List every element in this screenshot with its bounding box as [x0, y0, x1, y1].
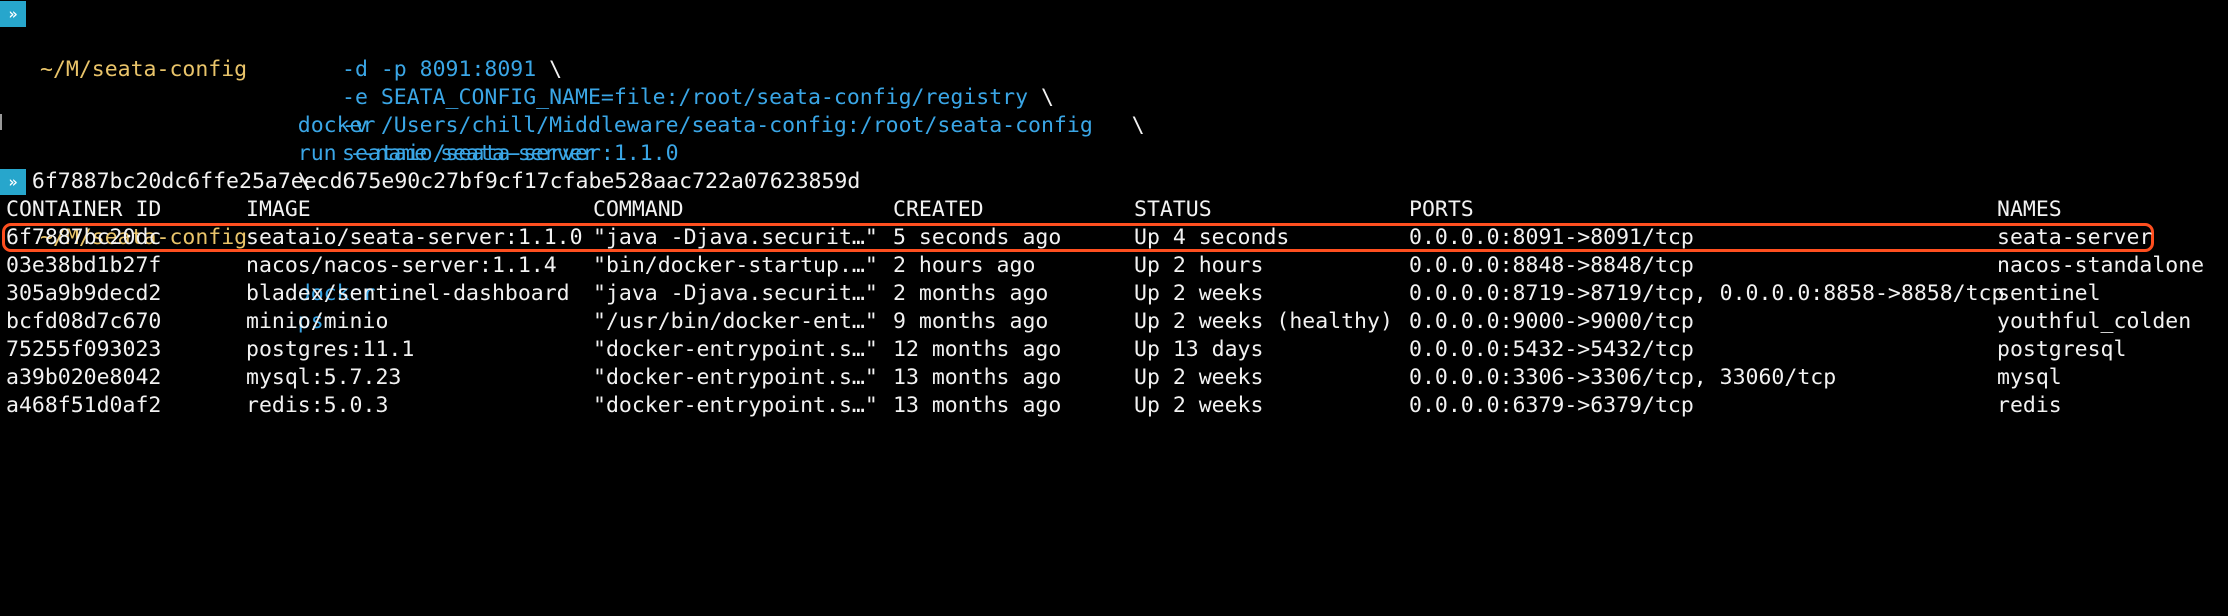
cell-status: Up 13 days [1134, 337, 1264, 362]
cell-ports: 0.0.0.0:8719->8719/tcp, 0.0.0.0:8858->88… [1409, 281, 2005, 306]
table-header: CONTAINER ID IMAGE COMMAND CREATED STATU… [0, 196, 2228, 224]
header-names: NAMES [1997, 197, 2062, 222]
cell-command: "/usr/bin/docker-ent…" [593, 309, 878, 334]
cell-created: 2 months ago [893, 281, 1049, 306]
header-created: CREATED [893, 197, 984, 222]
cell-command: "docker-entrypoint.s…" [593, 337, 878, 362]
run-command-line-3: -e SEATA_CONFIG_NAME=file:/root/seata-co… [0, 56, 2228, 110]
header-status: STATUS [1134, 197, 1212, 222]
cell-image: seataio/seata-server:1.1.0 [246, 225, 583, 250]
cell-command: "java -Djava.securit…" [593, 281, 878, 306]
run-output: 6f7887bc20dc6ffe25a7eecd675e90c27bf9cf17… [6, 140, 860, 194]
cell-created: 12 months ago [893, 337, 1062, 362]
table-row: 75255f093023 postgres:11.1 "docker-entry… [0, 336, 2228, 364]
cell-status: Up 2 weeks [1134, 281, 1264, 306]
header-image: IMAGE [246, 197, 311, 222]
cell-status: Up 4 seconds [1134, 225, 1290, 250]
cell-container-id: 03e38bd1b27f [6, 253, 162, 278]
cell-created: 2 hours ago [893, 253, 1036, 278]
header-container-id: CONTAINER ID [6, 197, 162, 222]
cell-created: 13 months ago [893, 393, 1062, 418]
cell-ports: 0.0.0.0:3306->3306/tcp, 33060/tcp [1409, 365, 1837, 390]
cell-image: nacos/nacos-server:1.1.4 [246, 253, 557, 278]
table-row: a468f51d0af2 redis:5.0.3 "docker-entrypo… [0, 392, 2228, 420]
cell-status: Up 2 hours [1134, 253, 1264, 278]
cell-names: seata-server [1997, 225, 2153, 250]
cell-ports: 0.0.0.0:8091->8091/tcp [1409, 225, 1694, 250]
table-row: 6f7887bc20dc seataio/seata-server:1.1.0 … [0, 224, 2228, 252]
cell-names: postgresql [1997, 337, 2127, 362]
table-row: 03e38bd1b27f nacos/nacos-server:1.1.4 "b… [0, 252, 2228, 280]
cell-command: "bin/docker-startup.…" [593, 253, 878, 278]
cell-image: bladex/sentinel-dashboard [246, 281, 570, 306]
cell-image: minio/minio [246, 309, 389, 334]
cell-ports: 0.0.0.0:6379->6379/tcp [1409, 393, 1694, 418]
table-row: 305a9b9decd2 bladex/sentinel-dashboard "… [0, 280, 2228, 308]
cell-container-id: 305a9b9decd2 [6, 281, 162, 306]
cell-container-id: a468f51d0af2 [6, 393, 162, 418]
cell-ports: 0.0.0.0:5432->5432/tcp [1409, 337, 1694, 362]
cell-container-id: 6f7887bc20dc [6, 225, 162, 250]
cell-container-id: bcfd08d7c670 [6, 309, 162, 334]
run-command-line-1: » ~/M/seata-config docker run --name sea… [0, 0, 2228, 194]
cell-container-id: a39b020e8042 [6, 365, 162, 390]
cell-image: mysql:5.7.23 [246, 365, 402, 390]
cell-names: sentinel [1997, 281, 2101, 306]
table-row: bcfd08d7c670 minio/minio "/usr/bin/docke… [0, 308, 2228, 336]
prompt-icon: » [0, 169, 26, 195]
cell-status: Up 2 weeks (healthy) [1134, 309, 1393, 334]
cell-ports: 0.0.0.0:8848->8848/tcp [1409, 253, 1694, 278]
prompt-icon: » [0, 1, 26, 27]
cell-command: "docker-entrypoint.s…" [593, 365, 878, 390]
cell-image: redis:5.0.3 [246, 393, 389, 418]
cell-created: 13 months ago [893, 365, 1062, 390]
cell-container-id: 75255f093023 [6, 337, 162, 362]
ps-command-line: » ~/M/seata-config docker ps [0, 168, 2228, 334]
run-command-line-5: seataio/seata-server:1.1.0 [0, 112, 2228, 166]
run-command-line-4: -v /Users/chill/Middleware/seata-config:… [0, 84, 2228, 138]
cell-ports: 0.0.0.0:9000->9000/tcp [1409, 309, 1694, 334]
cell-created: 5 seconds ago [893, 225, 1062, 250]
cell-names: mysql [1997, 365, 2062, 390]
cell-names: redis [1997, 393, 2062, 418]
cell-status: Up 2 weeks [1134, 365, 1264, 390]
cell-command: "docker-entrypoint.s…" [593, 393, 878, 418]
cell-names: youthful_colden [1997, 309, 2192, 334]
cell-status: Up 2 weeks [1134, 393, 1264, 418]
run-command-line-2: -d -p 8091:8091 \ [0, 28, 2228, 82]
table-row: a39b020e8042 mysql:5.7.23 "docker-entryp… [0, 364, 2228, 392]
cell-command: "java -Djava.securit…" [593, 225, 878, 250]
cell-names: nacos-standalone [1997, 253, 2205, 278]
header-ports: PORTS [1409, 197, 1474, 222]
header-command: COMMAND [593, 197, 684, 222]
cell-created: 9 months ago [893, 309, 1049, 334]
cell-image: postgres:11.1 [246, 337, 415, 362]
